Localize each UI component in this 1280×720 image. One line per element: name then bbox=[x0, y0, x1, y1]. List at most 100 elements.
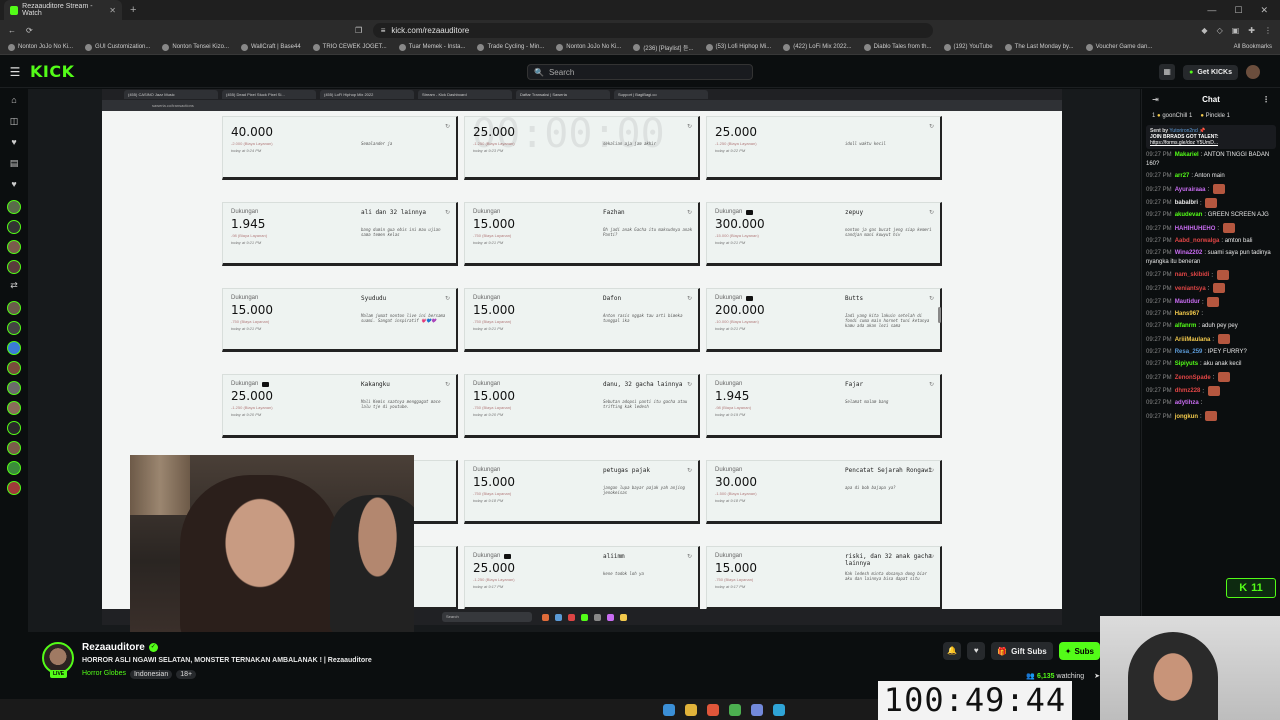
bookmark-item[interactable]: Voucher Game dan... bbox=[1085, 43, 1152, 51]
search-input[interactable]: 🔍 Search bbox=[527, 64, 753, 80]
chat-username[interactable]: Resa_259 bbox=[1175, 349, 1203, 355]
replay-icon[interactable]: ↻ bbox=[687, 123, 692, 130]
maximize-icon[interactable]: ☐ bbox=[1234, 5, 1242, 16]
leader-item[interactable]: 1 ● goonChill 1 bbox=[1152, 113, 1192, 119]
extension-icon[interactable]: ▣ bbox=[1232, 26, 1240, 35]
chat-username[interactable]: AriiiMaulana bbox=[1175, 337, 1211, 343]
chat-username[interactable]: Makariel bbox=[1175, 152, 1199, 158]
recommended-channel-avatar[interactable] bbox=[7, 461, 21, 475]
discord-icon[interactable] bbox=[751, 703, 763, 716]
replay-icon[interactable]: ↻ bbox=[687, 381, 692, 388]
bookmark-item[interactable]: (236) [Playlist] 듣... bbox=[633, 43, 694, 52]
layout-icon[interactable]: ▦ bbox=[1159, 64, 1176, 80]
chat-username[interactable]: arr27 bbox=[1175, 173, 1190, 179]
replay-icon[interactable]: ↻ bbox=[929, 467, 934, 474]
replay-icon[interactable]: ↻ bbox=[687, 467, 692, 474]
bookmark-item[interactable]: Diablo Tales from th... bbox=[863, 43, 932, 51]
kick-logo[interactable]: KICK bbox=[30, 62, 75, 81]
recommended-channel-avatar[interactable] bbox=[7, 481, 21, 495]
bookmark-item[interactable]: (422) LoFi Mix 2022... bbox=[783, 43, 852, 51]
bookmark-item[interactable]: Trade Cycling - Min... bbox=[477, 43, 544, 51]
back-icon[interactable]: ← bbox=[8, 26, 16, 35]
streamer-name[interactable]: Rezaauditore ✓ bbox=[82, 642, 158, 653]
followed-channel-avatar[interactable] bbox=[7, 220, 21, 234]
chat-username[interactable]: ZenonSpade bbox=[1175, 375, 1211, 381]
category-link[interactable]: Horror Globes bbox=[82, 670, 126, 679]
minimize-icon[interactable]: — bbox=[1207, 5, 1216, 16]
bookmark-item[interactable]: Nonton JoJo No Ki... bbox=[8, 43, 73, 51]
browser-tab-active[interactable]: Rezaauditore Stream - Watch ✕ bbox=[4, 0, 122, 20]
replay-icon[interactable]: ↻ bbox=[929, 381, 934, 388]
replay-icon[interactable]: ↻ bbox=[687, 209, 692, 216]
chat-username[interactable]: veniantsya bbox=[1175, 286, 1206, 292]
replay-icon[interactable]: ↻ bbox=[445, 123, 450, 130]
recommended-channel-avatar[interactable] bbox=[7, 361, 21, 375]
close-window-icon[interactable]: ✕ bbox=[1260, 5, 1268, 16]
chrome-icon[interactable] bbox=[729, 703, 741, 716]
menu-icon[interactable]: ⋮ bbox=[1264, 26, 1272, 35]
subscribe-button[interactable]: ✦ Subs bbox=[1058, 642, 1100, 660]
site-info-icon[interactable]: ≡ bbox=[381, 26, 386, 35]
followed-channel-avatar[interactable] bbox=[7, 200, 21, 214]
close-tab-icon[interactable]: ✕ bbox=[109, 6, 116, 15]
user-avatar[interactable] bbox=[1246, 65, 1260, 79]
brave-browser-icon[interactable] bbox=[707, 703, 719, 716]
recommended-channel-avatar[interactable] bbox=[7, 321, 21, 335]
chat-username[interactable]: Sipiyuts bbox=[1175, 361, 1198, 367]
chat-username[interactable]: babalbri bbox=[1175, 200, 1198, 206]
chat-username[interactable]: dhmz228 bbox=[1175, 388, 1201, 394]
get-kicks-button[interactable]: ● Get KICKs bbox=[1183, 64, 1238, 80]
all-bookmarks-button[interactable]: All Bookmarks bbox=[1234, 44, 1272, 50]
gift-subs-button[interactable]: 🎁 Gift Subs bbox=[991, 642, 1053, 660]
followed-channel-avatar[interactable] bbox=[7, 240, 21, 254]
url-field[interactable]: ≡ kick.com/rezaauditore bbox=[372, 22, 933, 38]
followed-channel-avatar[interactable] bbox=[7, 260, 21, 274]
bookmark-item[interactable]: (53) Lofi Hiphop Mi... bbox=[705, 43, 771, 51]
extension-icon[interactable]: ◇ bbox=[1217, 26, 1223, 35]
bookmark-item[interactable]: (192) YouTube bbox=[943, 43, 993, 51]
bookmark-item[interactable]: Tuar Memek - Insta... bbox=[398, 43, 465, 51]
leader-item[interactable]: ● Pinckle 1 bbox=[1200, 113, 1230, 119]
reload-icon[interactable]: ⟳ bbox=[26, 26, 33, 35]
bookmark-page-icon[interactable]: ❐ bbox=[355, 26, 362, 35]
chat-username[interactable]: adytihza bbox=[1175, 400, 1199, 406]
replay-icon[interactable]: ↻ bbox=[929, 123, 934, 130]
replay-icon[interactable]: ↻ bbox=[929, 553, 934, 560]
bookmark-item[interactable]: The Last Monday by... bbox=[1004, 43, 1074, 51]
recommended-channel-avatar[interactable] bbox=[7, 421, 21, 435]
chat-username[interactable]: Hans967 bbox=[1175, 311, 1200, 317]
chat-username[interactable]: jongkun bbox=[1175, 414, 1198, 420]
replay-icon[interactable]: ↻ bbox=[445, 381, 450, 388]
bookmark-item[interactable]: Nonton JoJo No Ki... bbox=[556, 43, 621, 51]
replay-icon[interactable]: ↻ bbox=[687, 553, 692, 560]
edge-icon[interactable] bbox=[773, 703, 785, 716]
replay-icon[interactable]: ↻ bbox=[929, 295, 934, 302]
stream-video-player[interactable]: (455) CASINO Jazz Music (455) Dead Pixel … bbox=[28, 89, 1140, 632]
chat-username[interactable]: alfanrm bbox=[1175, 323, 1197, 329]
replay-icon[interactable]: ↻ bbox=[929, 209, 934, 216]
browse-icon[interactable]: ◫ bbox=[10, 116, 19, 131]
chat-username[interactable]: nam_skibidi bbox=[1175, 272, 1210, 278]
pinned-message[interactable]: Sent by Yutoriron2nd 📌 JOIN BRRADS GOT T… bbox=[1146, 125, 1276, 149]
bookmark-item[interactable]: TRIO CEWEK JOGET... bbox=[312, 43, 387, 51]
replay-icon[interactable]: ↻ bbox=[687, 295, 692, 302]
chat-username[interactable]: Wina2202 bbox=[1175, 250, 1203, 256]
file-explorer-icon[interactable] bbox=[685, 703, 697, 716]
home-icon[interactable]: ⌂ bbox=[11, 95, 16, 110]
chat-settings-icon[interactable]: ⋮ bbox=[1262, 95, 1270, 104]
follow-heart-icon[interactable]: ♥ bbox=[967, 642, 986, 660]
recommended-channel-avatar[interactable] bbox=[7, 381, 21, 395]
hamburger-menu-icon[interactable]: ☰ bbox=[0, 65, 30, 79]
pinned-link[interactable]: https://forms.gle/doz Y5UmD... bbox=[1150, 140, 1272, 146]
notification-bell-icon[interactable]: 🔔 bbox=[943, 642, 962, 660]
bookmark-item[interactable]: WallCraft | Base44 bbox=[240, 43, 301, 51]
chat-username[interactable]: akudevan bbox=[1175, 212, 1203, 218]
extension-icon[interactable]: ◆ bbox=[1201, 26, 1207, 35]
chat-username[interactable]: HAHIHUHEHO bbox=[1175, 226, 1216, 232]
recommended-channel-avatar[interactable] bbox=[7, 401, 21, 415]
tag-language[interactable]: Indonesian bbox=[129, 670, 173, 679]
collapse-chat-icon[interactable]: ⇥ bbox=[1152, 95, 1159, 104]
recommended-channel-avatar[interactable] bbox=[7, 301, 21, 315]
following-icon[interactable]: ♥ bbox=[11, 137, 16, 152]
new-tab-icon[interactable]: + bbox=[130, 4, 136, 16]
